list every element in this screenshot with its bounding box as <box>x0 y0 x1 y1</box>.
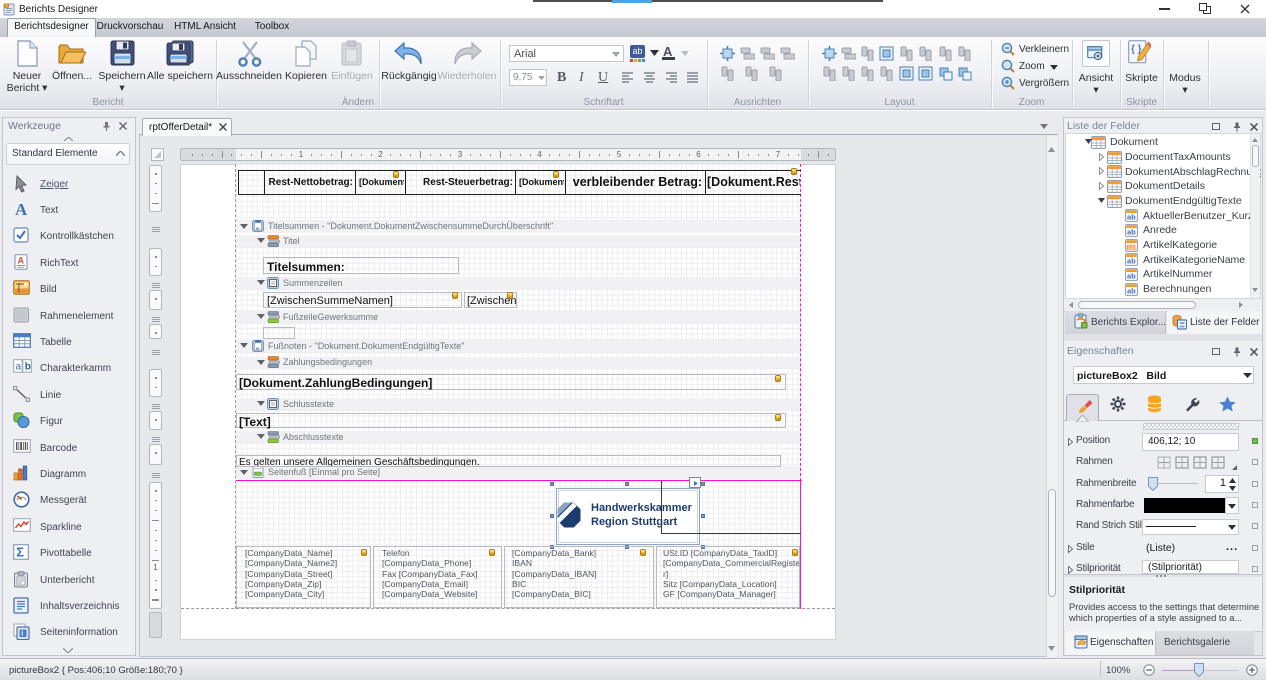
svg-text:123: 123 <box>1128 245 1137 251</box>
svg-text:ab: ab <box>1127 213 1136 222</box>
svg-text:ab: ab <box>1127 227 1136 236</box>
svg-text:i: i <box>21 631 23 638</box>
svg-text:b: b <box>25 362 31 373</box>
svg-text:ab: ab <box>1127 286 1136 295</box>
svg-text:a: a <box>16 362 22 373</box>
svg-text:A: A <box>15 201 28 217</box>
svg-text:A: A <box>18 255 25 265</box>
svg-text:Σ: Σ <box>16 545 24 560</box>
svg-text:ab: ab <box>1127 271 1136 280</box>
svg-text:ab: ab <box>1127 257 1136 266</box>
